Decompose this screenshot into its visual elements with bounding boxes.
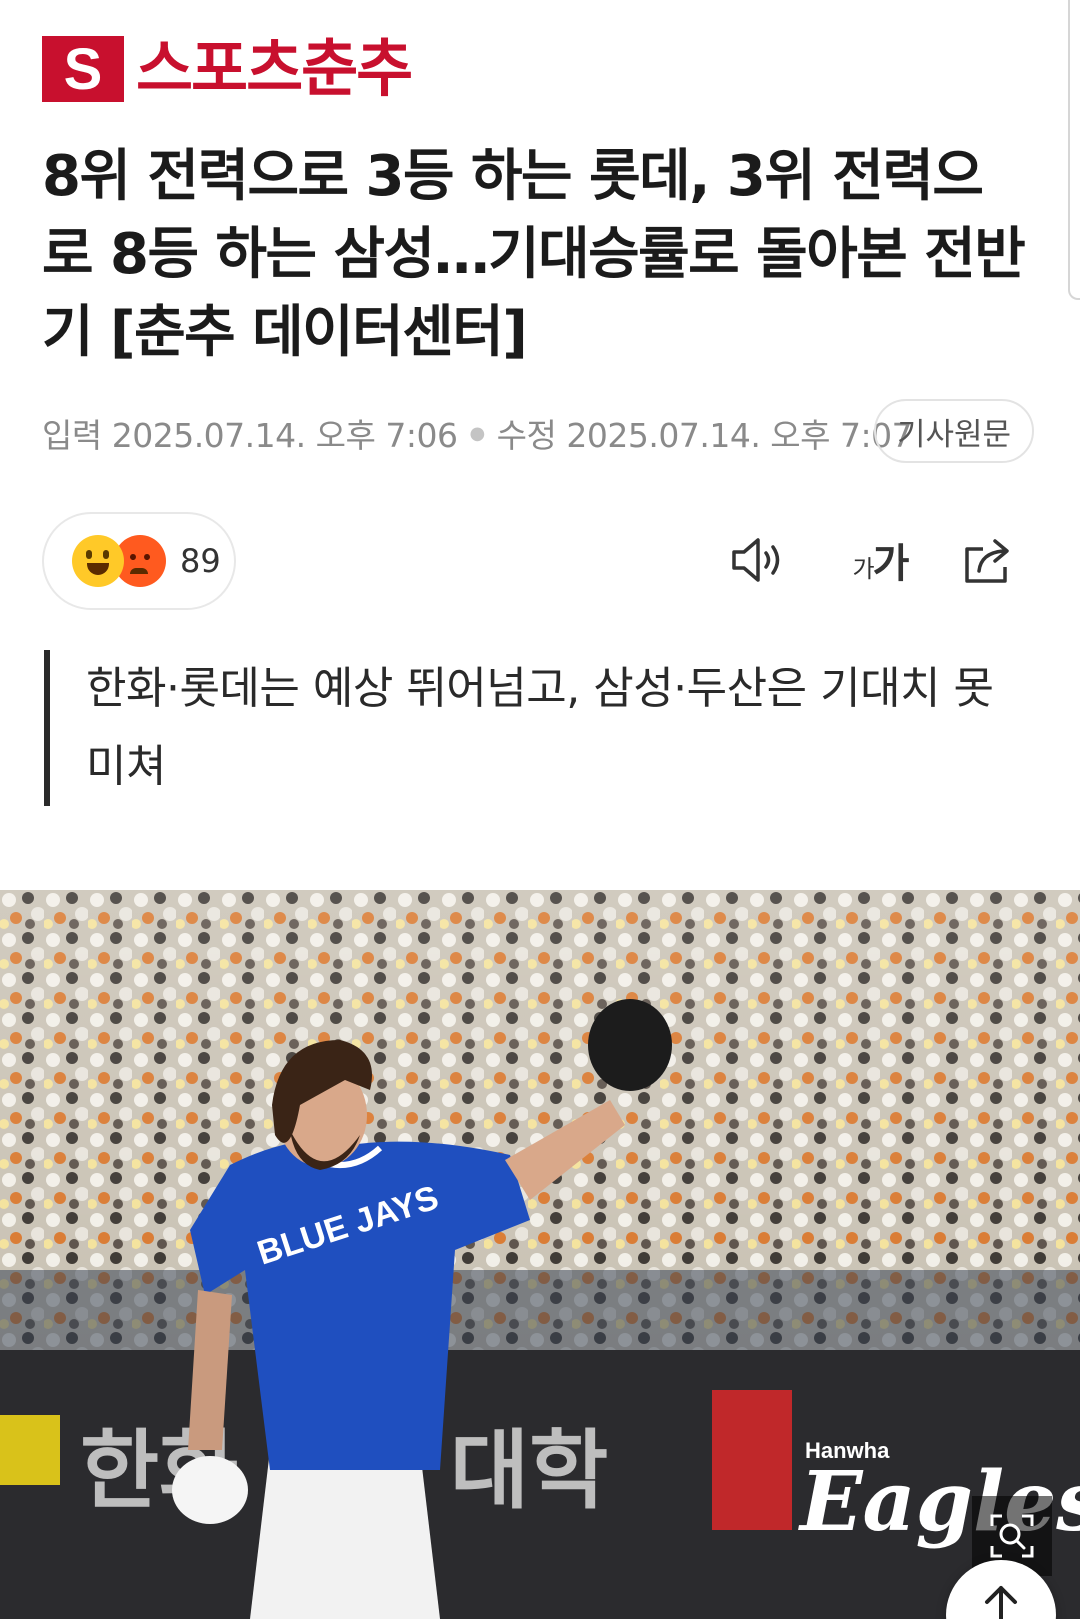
article-headline: 8위 전력으로 3등 하는 롯데, 3위 전력으로 8등 하는 삼성…기대승률로… [42, 144, 1026, 365]
svg-text:대학: 대학 [450, 1421, 608, 1521]
site-logo[interactable]: S 스포츠춘추 [42, 32, 413, 105]
scroll-indicator [1068, 0, 1080, 300]
speaker-icon[interactable] [728, 530, 788, 590]
logo-name: 스포츠춘추 [136, 32, 413, 105]
font-small-label: 가 [852, 555, 875, 583]
article-photo[interactable]: 한화 대학 Hanwha Eagles BLUE JAYS [0, 890, 1080, 1619]
arrow-up-icon [985, 1586, 1017, 1619]
logo-mark: S [42, 36, 124, 102]
article-subhead: 한화·롯데는 예상 뛰어넘고, 삼성·두산은 기대치 못 미쳐 [44, 650, 1024, 806]
article-meta: 입력 2025.07.14. 오후 7:06 ● 수정 2025.07.14. … [42, 408, 913, 458]
modified-time: 수정 2025.07.14. 오후 7:07 [496, 416, 913, 455]
zoom-icon [990, 1514, 1034, 1558]
published-time: 입력 2025.07.14. 오후 7:06 [42, 416, 458, 455]
reaction-button[interactable]: 89 [42, 512, 236, 610]
reaction-count: 89 [180, 542, 221, 580]
font-large-label: 가 [872, 541, 910, 587]
font-size-icon[interactable]: 가가 [840, 530, 920, 590]
original-article-button[interactable]: 기사원문 [874, 399, 1034, 463]
meta-separator: ● [469, 422, 485, 444]
smile-emoji-icon [72, 535, 124, 587]
share-icon[interactable] [958, 530, 1018, 590]
